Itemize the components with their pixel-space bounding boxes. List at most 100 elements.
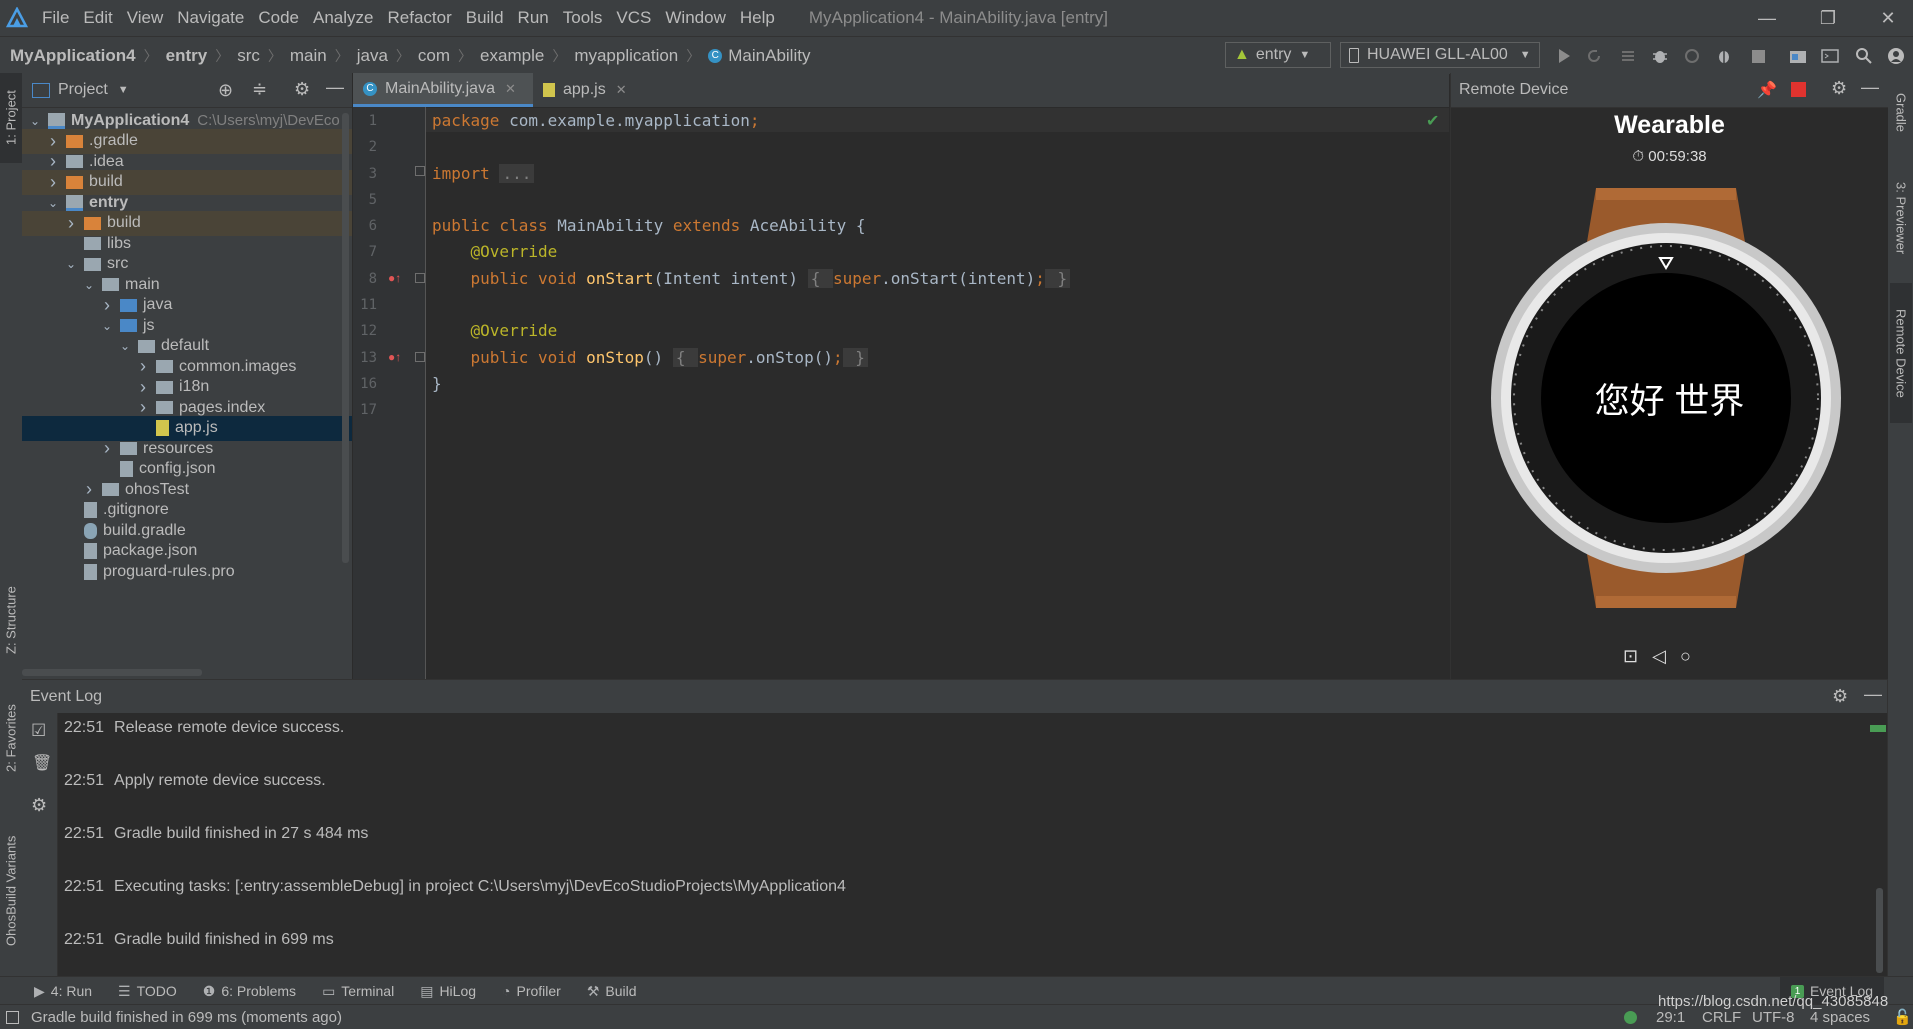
account-icon[interactable] (1884, 44, 1908, 68)
tab-mainability-java[interactable]: C MainAbility.java ✕ (353, 73, 533, 107)
line-separator[interactable]: CRLF (1702, 1009, 1741, 1026)
menu-view[interactable]: View (127, 8, 164, 28)
breadcrumb-item[interactable]: MyApplication4 (10, 46, 136, 66)
tool-tab-terminal[interactable]: ▭ Terminal (322, 983, 394, 1000)
menu-edit[interactable]: Edit (83, 8, 112, 28)
terminal-window-icon[interactable] (1818, 44, 1842, 68)
tool-tab-todo[interactable]: ☰ TODO (118, 983, 177, 1000)
back-icon[interactable]: ◁ (1652, 646, 1666, 667)
search-icon[interactable] (1852, 44, 1876, 68)
fold-marker-icon[interactable] (415, 273, 425, 283)
tool-tab-hilog[interactable]: ▤ HiLog (420, 983, 476, 1000)
collapse-all-icon[interactable]: ≑ (252, 79, 267, 100)
breadcrumb-item[interactable]: main (290, 46, 327, 66)
profile-icon[interactable] (1680, 44, 1704, 68)
device-select[interactable]: HUAWEI GLL-AL00 ▼ (1340, 42, 1540, 68)
rerun-icon[interactable] (1582, 44, 1606, 68)
project-structure-icon[interactable] (1786, 44, 1810, 68)
stop-device-icon[interactable] (1791, 82, 1806, 97)
breadcrumb-item[interactable]: java (357, 46, 388, 66)
tool-tab-run[interactable]: ▶ 4: Run (34, 983, 92, 1000)
lock-icon[interactable]: 🔓 (1893, 1008, 1912, 1026)
breadcrumb-item[interactable]: example (480, 46, 544, 66)
close-tab-icon[interactable]: ✕ (616, 82, 627, 98)
remote-device-tool-tab[interactable]: Remote Device (1890, 283, 1912, 423)
log-scrollbar[interactable] (1876, 888, 1883, 973)
code-token[interactable]: } (1044, 269, 1071, 288)
implements-marker-icon[interactable]: ●↑ (388, 271, 401, 285)
stop-icon[interactable] (1746, 44, 1770, 68)
menu-tools[interactable]: Tools (563, 8, 603, 28)
menu-refactor[interactable]: Refactor (387, 8, 451, 28)
breadcrumb-item[interactable]: src (237, 46, 260, 66)
menu-vcs[interactable]: VCS (616, 8, 651, 28)
menu-build[interactable]: Build (466, 8, 504, 28)
chevron-down-icon[interactable]: ⌄ (28, 114, 42, 128)
menu-window[interactable]: Window (665, 8, 725, 28)
favorites-tool-tab[interactable]: 2: Favorites (0, 688, 22, 788)
close-tab-icon[interactable]: ✕ (505, 81, 516, 97)
tab-app-js[interactable]: app.js ✕ (533, 73, 643, 107)
hide-panel-icon[interactable]: — (1861, 77, 1879, 98)
tree-scrollbar[interactable] (342, 113, 349, 563)
attach-debugger-icon[interactable] (1712, 44, 1736, 68)
indent-setting[interactable]: 4 spaces (1810, 1009, 1870, 1026)
tool-tab-problems[interactable]: ❶ 6: Problems (203, 983, 296, 1000)
menu-analyze[interactable]: Analyze (313, 8, 373, 28)
build-variants-tool-tab[interactable]: OhosBuild Variants (0, 808, 22, 973)
implements-marker-icon[interactable]: ●↑ (388, 350, 401, 364)
code-token[interactable]: { (807, 269, 833, 288)
structure-tool-tab[interactable]: Z: Structure (0, 563, 22, 678)
tree-horizontal-scrollbar[interactable] (22, 669, 202, 676)
run-icon[interactable] (1552, 44, 1576, 68)
project-view-select[interactable]: Project (58, 81, 108, 99)
trash-icon[interactable]: 🗑 (32, 753, 52, 773)
fold-marker-icon[interactable] (415, 352, 425, 362)
status-panel-icon[interactable] (6, 1010, 19, 1024)
menu-file[interactable]: File (42, 8, 69, 28)
tree-item[interactable]: proguard-rules.pro (22, 559, 352, 584)
breadcrumb-item[interactable]: MainAbility (728, 46, 810, 66)
home-icon[interactable]: ○ (1680, 646, 1691, 667)
code-token[interactable]: ... (499, 164, 535, 183)
pin-icon[interactable]: 📌 (1757, 80, 1777, 100)
menu-help[interactable]: Help (740, 8, 775, 28)
menu-code[interactable]: Code (258, 8, 299, 28)
locate-icon[interactable]: ⊕ (218, 80, 233, 101)
breadcrumb-item[interactable]: com (418, 46, 450, 66)
project-tool-tab[interactable]: 1: Project (0, 73, 22, 163)
tool-tab-build[interactable]: ⚒ Build (587, 983, 637, 1000)
breadcrumb-item[interactable]: myapplication (574, 46, 678, 66)
menu-run[interactable]: Run (518, 8, 549, 28)
settings-icon[interactable]: ⚙ (31, 795, 47, 816)
list-icon[interactable] (1616, 44, 1640, 68)
gradle-tool-tab[interactable]: Gradle (1890, 73, 1912, 153)
hide-panel-icon[interactable]: — (326, 77, 344, 98)
code-token[interactable]: { (672, 348, 699, 367)
debug-icon[interactable] (1648, 44, 1672, 68)
chevron-down-icon[interactable]: ⌄ (82, 278, 96, 292)
file-encoding[interactable]: UTF-8 (1752, 1009, 1795, 1026)
gear-icon[interactable]: ⚙ (294, 79, 310, 100)
minimize-icon[interactable]: — (1742, 0, 1792, 36)
hide-panel-icon[interactable]: — (1864, 684, 1882, 705)
chevron-down-icon[interactable]: ⌄ (64, 257, 78, 271)
fold-marker-icon[interactable] (415, 166, 425, 176)
breadcrumb-item[interactable]: entry (166, 46, 208, 66)
recent-apps-icon[interactable]: ⊡ (1623, 646, 1638, 667)
chevron-down-icon[interactable]: ⌄ (100, 319, 114, 333)
tool-tab-profiler[interactable]: ◔ Profiler (502, 983, 561, 1000)
previewer-tool-tab[interactable]: 3: Previewer (1890, 168, 1912, 268)
chevron-down-icon[interactable]: ⌄ (118, 339, 132, 353)
code-token[interactable]: } (842, 348, 868, 367)
chevron-down-icon[interactable]: ▼ (118, 84, 129, 96)
close-icon[interactable]: ✕ (1863, 0, 1913, 36)
chevron-down-icon[interactable]: ⌄ (46, 196, 60, 210)
run-config-select[interactable]: ▲ entry ▼ (1225, 42, 1331, 68)
code-editor[interactable]: package com.example.myapplication; import… (426, 107, 1449, 679)
gear-icon[interactable]: ⚙ (1831, 78, 1847, 99)
gear-icon[interactable]: ⚙ (1832, 686, 1848, 707)
mark-all-read-icon[interactable]: ☑ (31, 721, 46, 741)
caret-position[interactable]: 29:1 (1656, 1009, 1685, 1026)
restore-icon[interactable]: ❐ (1803, 0, 1853, 36)
